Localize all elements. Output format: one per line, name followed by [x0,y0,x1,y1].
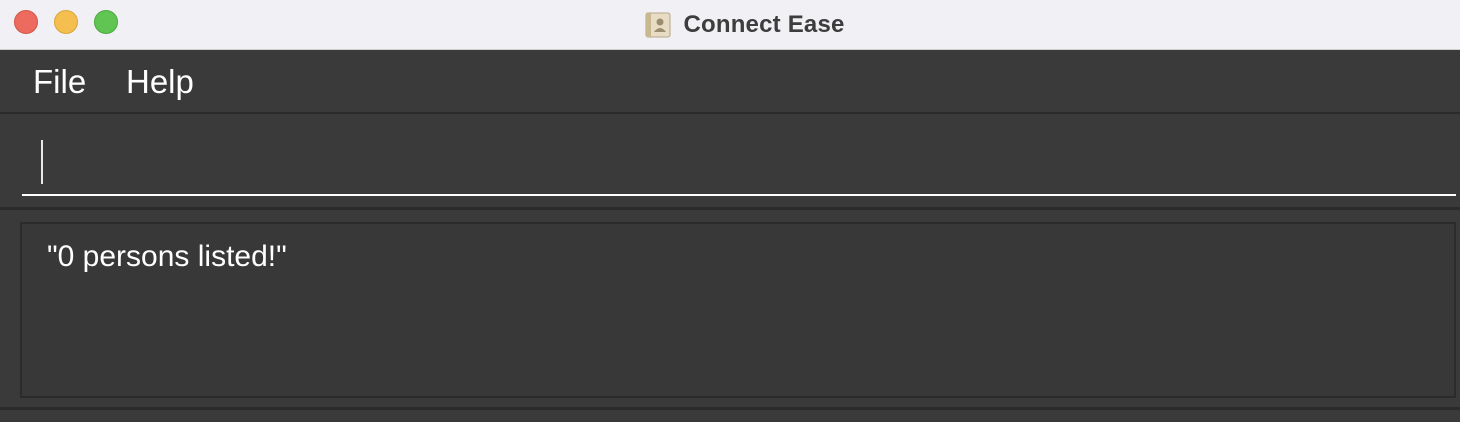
menu-file[interactable]: File [33,63,86,101]
result-message: "0 persons listed!" [47,240,287,273]
window-title-group: Connect Ease [0,0,1460,50]
command-input[interactable] [22,138,1456,196]
bottom-divider [0,407,1460,410]
result-display-panel: "0 persons listed!" [0,213,1460,412]
text-caret [41,140,43,184]
window-title: Connect Ease [683,11,845,38]
command-box-panel [0,116,1460,210]
contact-book-icon [645,12,671,38]
title-bar[interactable]: Connect Ease [0,0,1460,50]
result-display-box[interactable]: "0 persons listed!" [20,222,1456,398]
menu-help[interactable]: Help [126,63,194,101]
menu-bar: File Help [0,51,1460,114]
app-window: Connect Ease File Help "0 persons listed… [0,0,1460,422]
